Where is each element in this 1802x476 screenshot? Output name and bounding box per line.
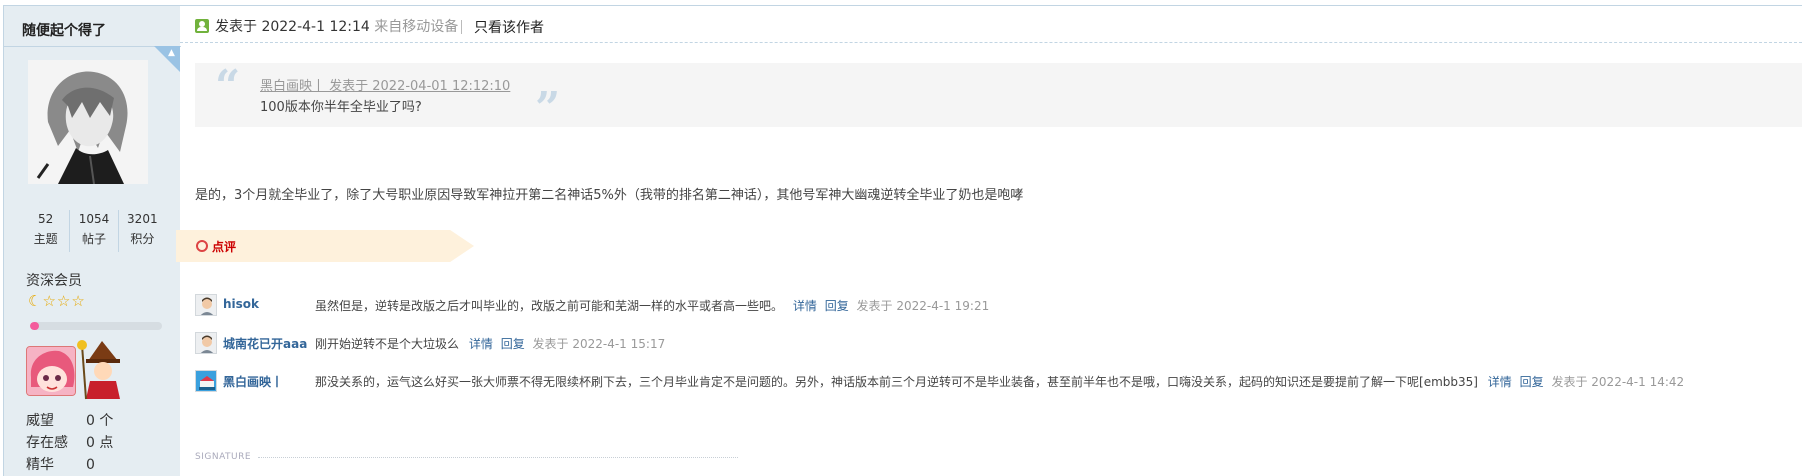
- info-digest: 精华 0: [26, 454, 113, 476]
- comment-reply-link[interactable]: 回复: [825, 299, 849, 313]
- info-label: 精华: [26, 457, 54, 473]
- comment-item: 黑白画映丨 那没关系的，运气这么好买一张大师票不得无限续杯刷下去，三个月毕业肯定…: [195, 369, 1795, 393]
- comment-text: 刚开始逆转不是个大垃圾么: [315, 337, 460, 351]
- comment-body: 虽然但是，逆转是改版之后才叫毕业的，改版之前可能和芜湖一样的水平或者高一些吧。 …: [315, 297, 989, 314]
- post-source: 来自移动设备: [374, 19, 459, 35]
- default-avatar-icon: [196, 295, 216, 315]
- comment-item: hisok 虽然但是，逆转是改版之后才叫毕业的，改版之前可能和芜湖一样的水平或者…: [195, 293, 1795, 317]
- signature-divider: [258, 457, 738, 458]
- author-name[interactable]: 随便起个得了: [22, 20, 106, 40]
- level-progress-bar: [30, 322, 162, 330]
- online-user-icon: [195, 19, 209, 33]
- commenter-avatar-image: [196, 371, 216, 391]
- info-prestige: 威望 0 个: [26, 410, 113, 432]
- quote-open-icon: “: [215, 61, 241, 112]
- comment-text: 虽然但是，逆转是改版之后才叫毕业的，改版之前可能和芜湖一样的水平或者高一些吧。: [315, 299, 784, 313]
- info-label: 威望: [26, 413, 54, 429]
- info-label: 存在感: [26, 435, 68, 451]
- stat-posts[interactable]: 1054 帖子: [70, 210, 119, 252]
- commenter-avatar[interactable]: [195, 370, 217, 392]
- commenter-avatar[interactable]: [195, 332, 217, 354]
- author-stats: 52 主题 1054 帖子 3201 积分: [22, 210, 166, 252]
- moon-icon: ☾: [28, 292, 42, 310]
- quote-text: 100版本你半年全毕业了吗?: [260, 100, 422, 115]
- comment-body: 刚开始逆转不是个大垃圾么 详情 回复 发表于 2022-4-1 15:17: [315, 335, 665, 352]
- medal-image: [77, 340, 120, 400]
- comment-reply-link[interactable]: 回复: [1520, 375, 1544, 389]
- quote-block: “ 黑白画映丨 发表于 2022-04-01 12:12:10 100版本你半年…: [195, 61, 1802, 131]
- comment-item: 城南花已开aaa 刚开始逆转不是个大垃圾么 详情 回复 发表于 2022-4-1…: [195, 331, 1795, 355]
- stat-threads[interactable]: 52 主题: [22, 210, 71, 252]
- signature-label: SIGNATURE: [195, 452, 252, 462]
- author-only-link[interactable]: 只看该作者: [474, 17, 544, 37]
- avatar-image: [28, 60, 148, 184]
- info-value: 0 个: [86, 413, 114, 429]
- stat-posts-count: 1054: [78, 212, 110, 226]
- author-info: 威望 0 个 存在感 0 点 精华 0: [26, 410, 113, 476]
- comment-time: 发表于 2022-4-1 14:42: [1551, 375, 1685, 389]
- commenter-name[interactable]: hisok: [223, 297, 259, 311]
- author-sidebar: 随便起个得了 ▲ 52 主题 1054 帖子 3201 积分 资深会员 ☾ ☆: [3, 5, 181, 476]
- stat-credits-label: 积分: [130, 232, 155, 246]
- comment-body: 那没关系的，运气这么好买一张大师票不得无限续杯刷下去，三个月毕业肯定不是问题的。…: [315, 373, 1684, 390]
- medal-image: [27, 347, 75, 395]
- post-body: 是的，3个月就全毕业了，除了大号职业原因导致军神拉开第二名神话5%外（我带的排名…: [195, 188, 1024, 203]
- medal-witch[interactable]: [76, 339, 130, 401]
- post-header: 发表于 2022-4-1 12:14 来自移动设备 只看该作者: [180, 5, 1802, 43]
- post-time: 发表于 2022-4-1 12:14 来自移动设备: [215, 16, 458, 36]
- comment-time: 发表于 2022-4-1 15:17: [532, 337, 666, 351]
- star-icon: ☆: [71, 292, 85, 310]
- stat-credits-count: 3201: [127, 212, 158, 226]
- commenter-avatar[interactable]: [195, 294, 217, 316]
- android-icon: ▲: [168, 48, 175, 58]
- comment-section-label: 点评: [212, 240, 237, 254]
- post-time-text: 发表于 2022-4-1 12:14: [215, 19, 370, 35]
- quote-close-icon: ”: [535, 83, 561, 134]
- comment-detail-link[interactable]: 详情: [1488, 375, 1512, 389]
- commenter-name[interactable]: 城南花已开aaa: [223, 335, 307, 352]
- star-icon: ☆: [56, 292, 71, 310]
- comment-detail-link[interactable]: 详情: [469, 337, 493, 351]
- separator: [461, 20, 462, 34]
- author-avatar[interactable]: [28, 60, 148, 184]
- default-avatar-icon: [196, 333, 216, 353]
- comment-time: 发表于 2022-4-1 19:21: [856, 299, 990, 313]
- comment-text: 那没关系的，运气这么好买一张大师票不得无限续杯刷下去，三个月毕业肯定不是问题的。…: [315, 375, 1478, 389]
- rank-stars: ☾ ☆ ☆ ☆: [28, 292, 85, 310]
- comment-reply-link[interactable]: 回复: [501, 337, 525, 351]
- stat-credits[interactable]: 3201 积分: [119, 210, 166, 252]
- commenter-name[interactable]: 黑白画映丨: [223, 373, 283, 390]
- info-value: 0: [86, 457, 95, 473]
- stat-threads-label: 主题: [33, 232, 58, 246]
- star-icon: ☆: [42, 292, 56, 310]
- stat-threads-count: 52: [38, 212, 54, 226]
- quote-meta-link[interactable]: 黑白画映丨 发表于 2022-04-01 12:12:10: [260, 75, 510, 94]
- circle-icon: [196, 240, 208, 252]
- medal-anime-girl[interactable]: [26, 346, 76, 396]
- comment-detail-link[interactable]: 详情: [793, 299, 817, 313]
- info-value: 0 点: [86, 435, 114, 451]
- info-presence: 存在感 0 点: [26, 432, 113, 454]
- stat-posts-label: 帖子: [81, 232, 106, 246]
- level-progress-fill: [30, 322, 40, 330]
- user-group[interactable]: 资深会员: [26, 270, 82, 290]
